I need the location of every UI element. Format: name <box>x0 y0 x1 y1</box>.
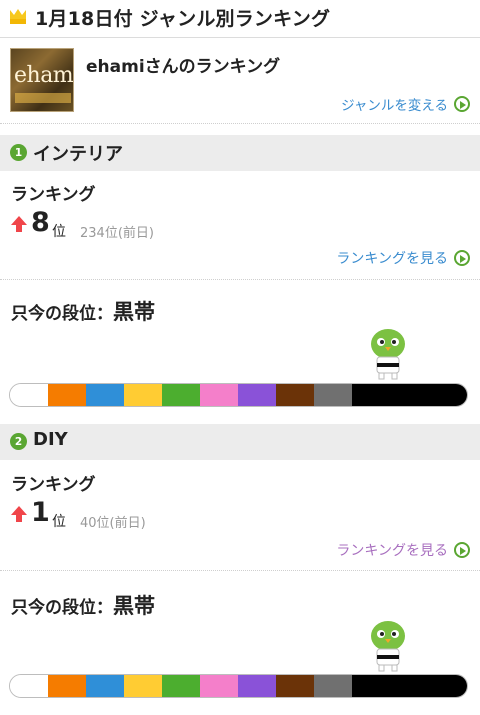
belt-segment <box>162 384 200 406</box>
belt-segment <box>124 675 162 697</box>
belt-segment <box>314 384 352 406</box>
genre-header-interior: 1 インテリア <box>0 135 480 171</box>
rank-unit: 位 <box>52 224 66 240</box>
belt-color-scale <box>9 383 468 407</box>
genre-header-diy: 2 DIY <box>0 424 480 460</box>
belt-segment <box>314 675 352 697</box>
belt-segment <box>48 675 86 697</box>
rank-level-label: 只今の段位：黒帯 <box>11 300 155 324</box>
genre-name: DIY <box>33 429 68 450</box>
belt-segment <box>352 384 467 406</box>
page-title: 1月18日付 ジャンル別ランキング <box>35 8 331 30</box>
belt-segment <box>352 675 467 697</box>
change-genre-label: ジャンルを変える <box>341 98 448 114</box>
genre-name: インテリア <box>33 144 123 165</box>
previous-rank: 234位(前日) <box>80 226 154 241</box>
belt-segment <box>276 384 314 406</box>
genre-number-badge: 1 <box>10 144 27 161</box>
belt-segment <box>48 384 86 406</box>
belt-segment <box>200 675 238 697</box>
rank-unit: 位 <box>52 514 66 530</box>
belt-segment <box>162 675 200 697</box>
avatar-logo-text: ehami <box>14 63 74 88</box>
belt-color-scale <box>9 674 468 698</box>
belt-segment <box>276 675 314 697</box>
see-ranking-link[interactable]: ランキングを見る <box>336 540 470 560</box>
user-section: ehami ehamiさんのランキング ジャンルを変える <box>0 38 480 124</box>
green-bird-mascot-icon <box>371 329 405 380</box>
user-ranking-title: ehamiさんのランキング <box>86 57 281 77</box>
belt-segment <box>10 675 48 697</box>
circle-play-icon <box>454 250 470 266</box>
current-rank: 8 <box>31 207 50 238</box>
belt-segment <box>238 675 276 697</box>
avatar[interactable]: ehami <box>10 48 74 112</box>
up-arrow-icon <box>11 506 27 522</box>
ranking-label: ランキング <box>11 185 96 205</box>
circle-play-icon <box>454 96 470 112</box>
rank-level-value: 黒帯 <box>113 300 155 324</box>
belt-segment <box>86 675 124 697</box>
divider <box>0 570 480 571</box>
see-ranking-link[interactable]: ランキングを見る <box>336 248 470 268</box>
rank-level-value: 黒帯 <box>113 594 155 618</box>
divider <box>0 279 480 280</box>
belt-segment <box>10 384 48 406</box>
current-rank: 1 <box>31 497 50 528</box>
up-arrow-icon <box>11 216 27 232</box>
ranking-label: ランキング <box>11 475 96 495</box>
circle-play-icon <box>454 542 470 558</box>
genre-number-badge: 2 <box>10 433 27 450</box>
see-ranking-label: ランキングを見る <box>336 251 448 267</box>
crown-icon <box>10 9 26 24</box>
rank-level-label: 只今の段位：黒帯 <box>11 594 155 618</box>
belt-segment <box>200 384 238 406</box>
change-genre-link[interactable]: ジャンルを変える <box>341 94 470 114</box>
belt-segment <box>86 384 124 406</box>
previous-rank: 40位(前日) <box>80 516 146 531</box>
belt-segment <box>124 384 162 406</box>
green-bird-mascot-icon <box>371 621 405 672</box>
see-ranking-label: ランキングを見る <box>336 543 448 559</box>
header: 1月18日付 ジャンル別ランキング <box>0 0 480 38</box>
belt-segment <box>238 384 276 406</box>
